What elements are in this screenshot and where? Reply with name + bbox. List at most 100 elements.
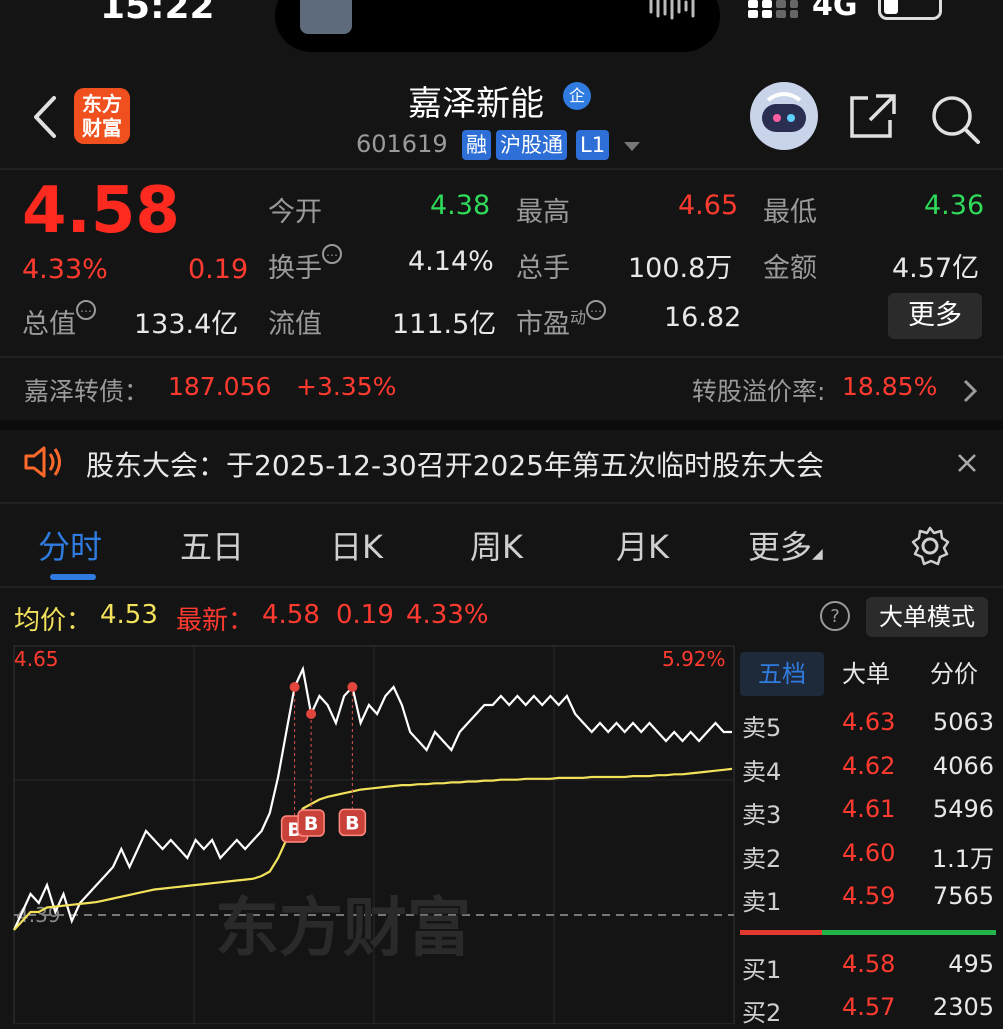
level-label: 卖4 [742,757,782,786]
info-dots-icon[interactable]: ⋯ [586,300,607,320]
mktcap-label[interactable]: 总值 ⋯ [22,300,96,341]
chevron-right-icon [963,379,978,403]
signal-icon [748,0,798,18]
y-top-percent: 5.92% [662,647,726,671]
avg-price-value: 4.53 [100,600,158,630]
pe-superscript: 动 [570,308,587,327]
status-time: 15:22 [100,0,215,27]
latest-percent: 4.33% [406,600,489,630]
intraday-chart[interactable]: 东方财富 4.65 5.92% 4.39 BBB [0,640,738,1024]
premium-value: 18.85% [842,372,938,401]
search-icon[interactable] [928,92,982,146]
latest-change: 0.19 [336,600,394,630]
battery-level [884,0,898,14]
enterprise-badge: 企 [563,82,591,110]
bond-label: 嘉泽转债： [24,377,150,406]
level-volume: 5496 [932,795,994,823]
tab-intraday[interactable]: 分时 [38,522,102,568]
info-dots-icon[interactable]: ⋯ [322,244,342,264]
level-price: 4.57 [842,993,896,1021]
ask-row[interactable]: 卖2 4.60 1.1万 [740,839,996,875]
tab-more[interactable]: 更多◢ [748,522,823,568]
level-label: 卖5 [742,714,782,742]
mktcap-value: 133.4亿 [134,309,239,340]
level-label: 买2 [742,999,782,1027]
settings-gear-icon[interactable] [910,526,950,566]
tab-daily-k[interactable]: 日K [330,522,383,568]
section-gap [0,420,1003,430]
latest-label: 最新： [176,606,255,636]
turnover-value: 4.14% [408,246,494,277]
low-label: 最低 [763,197,817,228]
logo-text-top: 东方 [82,92,122,116]
bond-price: 187.056 [168,372,272,401]
level-price: 4.59 [842,882,896,910]
tab-weekly-k[interactable]: 周K [470,522,523,568]
ai-assistant-avatar[interactable] [750,82,818,150]
low-value: 4.36 [924,190,985,221]
buy-marker-dot [306,709,317,719]
watermark: 东方财富 [215,892,471,966]
open-label: 今开 [268,197,322,228]
ask-row[interactable]: 卖5 4.63 5063 [740,708,996,744]
buy-marker-label: B [304,813,318,835]
latest-value: 4.58 [262,600,320,630]
float-cap-value: 111.5亿 [392,309,497,340]
pe-label[interactable]: 市盈动 ⋯ [516,300,607,341]
change-amount: 0.19 [188,254,249,285]
info-dots-icon[interactable]: ⋯ [76,300,96,320]
ask-row[interactable]: 卖3 4.61 5496 [740,795,996,831]
back-chevron-icon[interactable] [28,92,64,142]
ask-bid-ratio-red [740,930,822,935]
bond-change: +3.35% [296,372,397,401]
ask-row[interactable]: 卖4 4.62 4066 [740,752,996,788]
more-caret-icon: ◢ [812,546,823,562]
network-type: 4G [812,0,858,23]
buy-marker-dot [347,682,358,692]
close-icon[interactable] [956,452,978,474]
app-logo[interactable]: 东方 财富 [74,88,130,144]
level-label: 卖3 [742,801,782,829]
stock-connect-tag[interactable]: 沪股通 [496,130,567,160]
level-label: 卖1 [742,888,782,916]
now-playing-thumbnail [300,0,352,34]
y-top-label: 4.65 [14,647,59,671]
level-price: 4.62 [842,751,896,780]
avg-price-label: 均价： [14,606,93,636]
tab-monthly-k[interactable]: 月K [616,522,669,568]
notice-banner[interactable]: 股东大会：于2025-12-30召开2025年第五次临时股东大会 [0,430,1003,500]
stock-name[interactable]: 嘉泽新能 [408,76,544,125]
level-volume: 2305 [932,993,994,1021]
share-icon[interactable] [846,92,898,140]
ask-row[interactable]: 卖1 4.59 7565 [740,882,996,918]
robot-icon [762,92,806,132]
order-book-tab-big-orders[interactable]: 大单 [826,652,906,696]
more-quote-button[interactable]: 更多 [888,293,982,339]
level-volume: 7565 [932,882,994,910]
order-book-tab-level5[interactable]: 五档 [740,652,824,696]
help-icon[interactable]: ? [820,601,850,631]
stock-code: 601619 [356,130,448,158]
order-book-tab-price-dist[interactable]: 分价 [912,652,996,696]
level-volume: 1.1万 [931,844,994,873]
tab-five-day[interactable]: 五日 [180,522,244,568]
margin-tag[interactable]: 融 [462,130,491,160]
bid-row[interactable]: 买1 4.58 495 [740,950,996,986]
header-divider [0,168,1003,170]
amount-label: 金额 [763,253,817,284]
divider [0,502,1003,504]
price-line [13,665,732,931]
turnover-label[interactable]: 换手 ⋯ [268,244,342,285]
last-price: 4.58 [22,174,180,248]
level-label: 买1 [742,956,782,984]
big-order-mode-button[interactable]: 大单模式 [866,597,988,637]
level-price: 4.60 [842,838,896,867]
convertible-bond-row[interactable]: 嘉泽转债： 187.056 +3.35% 转股溢价率: 18.85% [0,358,1003,418]
amount-value: 4.57亿 [892,253,980,284]
stock-switch-dropdown-icon[interactable] [624,142,640,151]
level1-tag[interactable]: L1 [576,130,610,160]
level-price: 4.61 [842,795,896,823]
divider [0,586,1003,588]
level-volume: 495 [948,950,994,978]
level-price: 4.58 [842,950,896,978]
